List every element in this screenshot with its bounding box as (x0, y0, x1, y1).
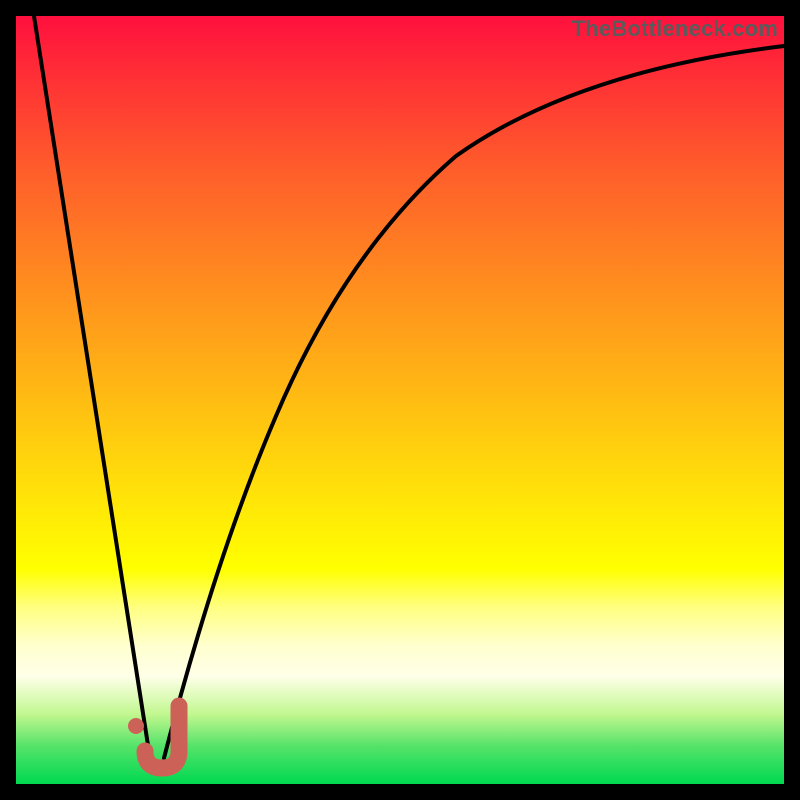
chart-frame: TheBottleneck.com (0, 0, 800, 800)
bottleneck-curve-left (34, 16, 150, 758)
plot-area: TheBottleneck.com (16, 16, 784, 784)
j-marker (128, 706, 179, 768)
j-marker-dot (128, 718, 144, 734)
j-marker-hook (145, 706, 179, 768)
bottleneck-curve-right (164, 46, 784, 758)
chart-svg (16, 16, 784, 784)
